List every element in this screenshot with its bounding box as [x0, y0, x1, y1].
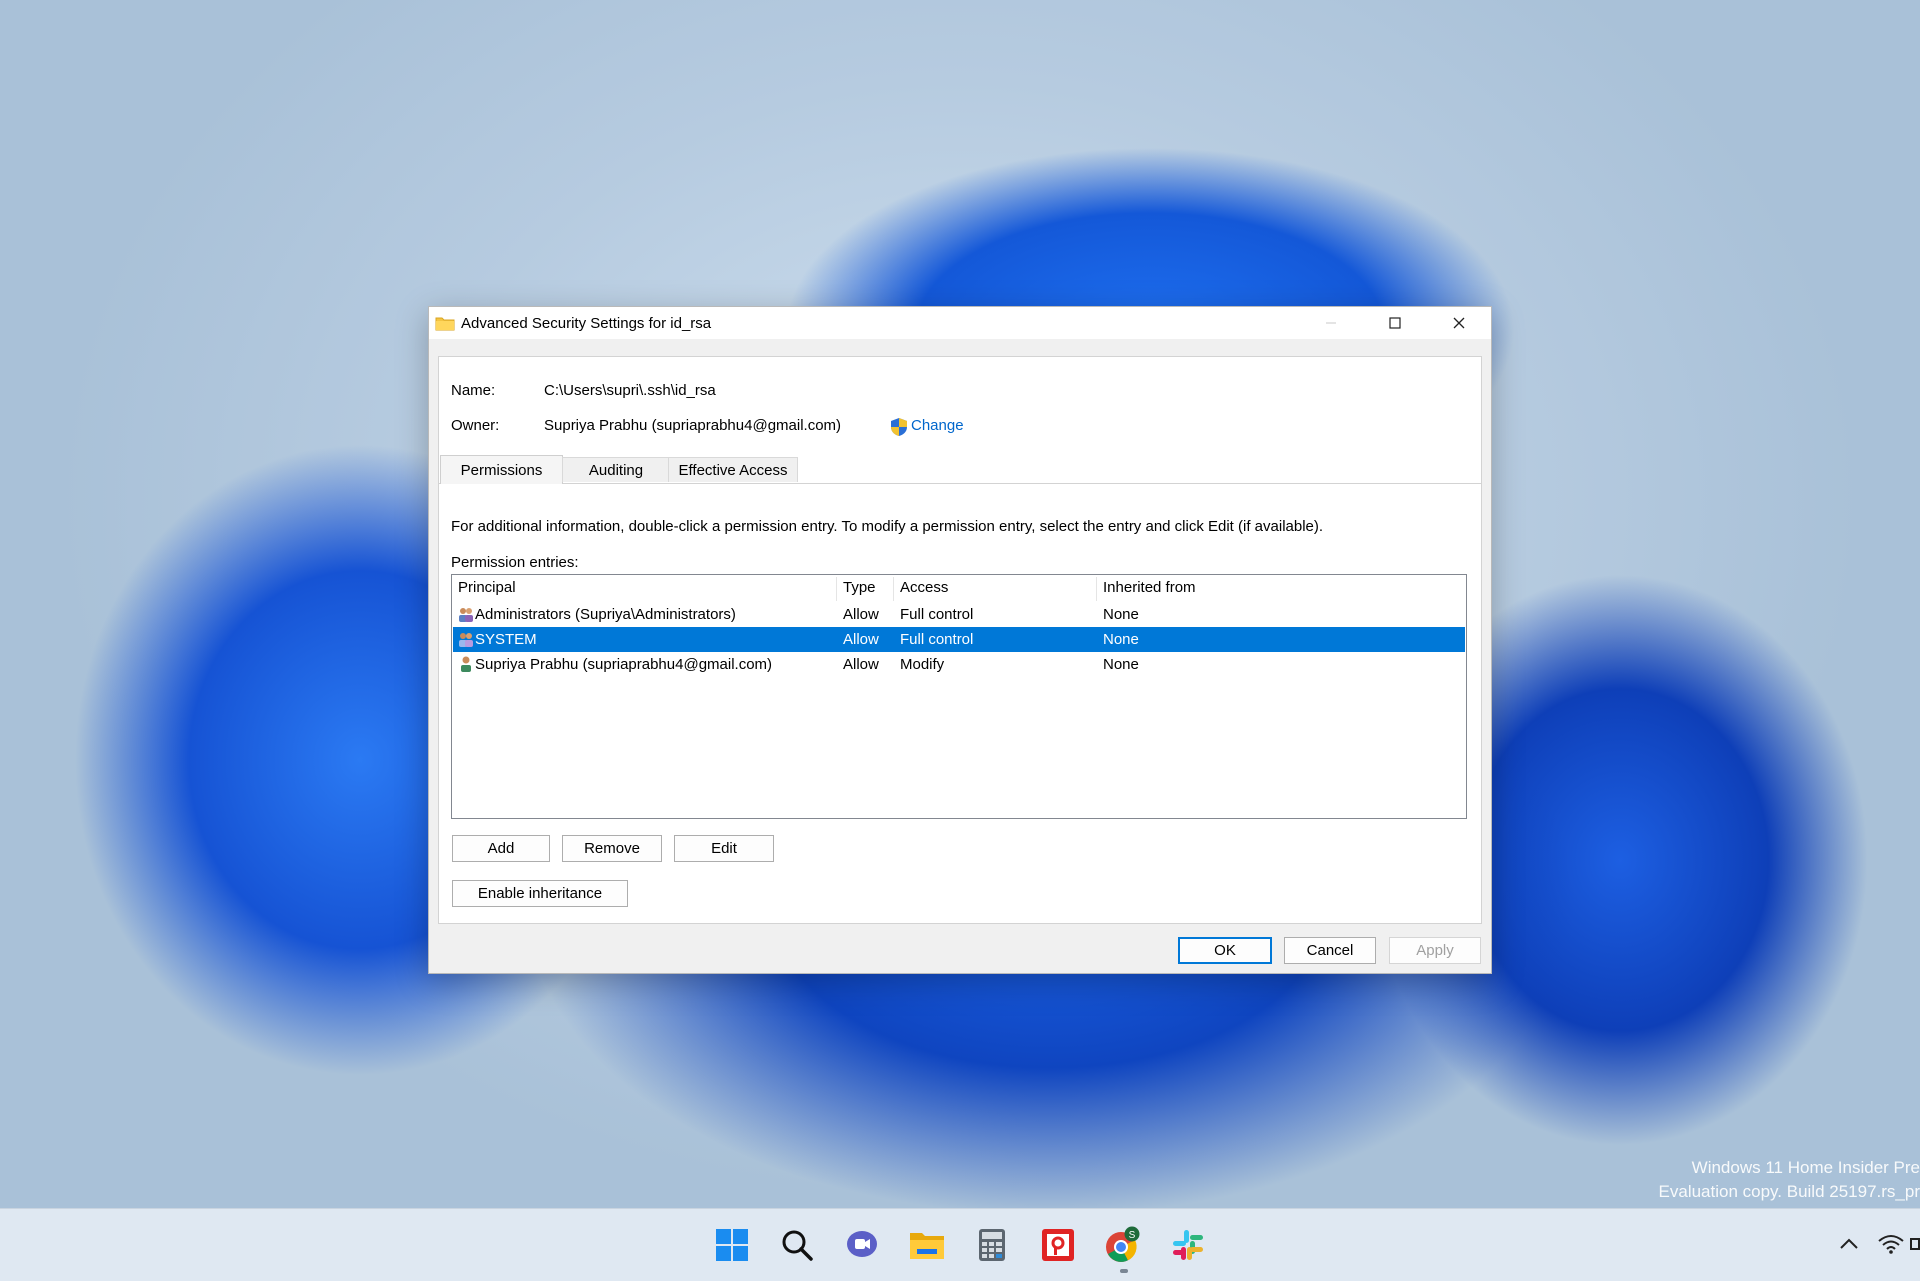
screen-recorder-icon[interactable]	[1038, 1225, 1078, 1265]
watermark-line-2: Evaluation copy. Build 25197.rs_pr	[1658, 1182, 1920, 1201]
type-cell: Allow	[843, 606, 879, 623]
add-button[interactable]: Add	[452, 835, 550, 862]
search-icon[interactable]	[777, 1225, 817, 1265]
inherited-cell: None	[1103, 606, 1139, 623]
access-cell: Full control	[900, 606, 974, 623]
name-value: C:\Users\supri\.ssh\id_rsa	[544, 382, 716, 399]
group-icon	[459, 633, 473, 647]
name-label: Name:	[451, 382, 496, 399]
table-row-selected[interactable]: SYSTEM Allow Full control None	[453, 627, 1465, 652]
change-owner-link[interactable]: Change	[911, 417, 964, 434]
access-cell: Full control	[900, 631, 974, 648]
info-text: For additional information, double-click…	[451, 518, 1324, 535]
minimize-button[interactable]	[1301, 307, 1361, 339]
column-header-inherited-from[interactable]: Inherited from	[1097, 579, 1196, 599]
table-row[interactable]: Administrators (Supriya\Administrators) …	[453, 602, 1465, 627]
tab-permissions[interactable]: Permissions	[440, 455, 563, 484]
edit-button[interactable]: Edit	[674, 835, 774, 862]
close-button[interactable]	[1429, 307, 1489, 339]
volume-icon[interactable]	[1910, 1233, 1920, 1261]
inherited-cell: None	[1103, 631, 1139, 648]
principal-cell: Administrators (Supriya\Administrators)	[475, 606, 736, 623]
wifi-icon[interactable]	[1878, 1233, 1904, 1261]
owner-value: Supriya Prabhu (supriaprabhu4@gmail.com)	[544, 417, 842, 434]
principal-cell: Supriya Prabhu (supriaprabhu4@gmail.com)	[475, 656, 773, 673]
chat-icon[interactable]	[842, 1225, 882, 1265]
permission-entries-list[interactable]: Principal Type Access Inherited from Adm…	[451, 574, 1467, 819]
permission-entries-label: Permission entries:	[451, 554, 579, 571]
taskbar: S	[0, 1208, 1920, 1281]
slack-icon[interactable]	[1168, 1225, 1208, 1265]
title-bar[interactable]: Advanced Security Settings for id_rsa	[429, 307, 1491, 339]
maximize-button[interactable]	[1365, 307, 1425, 339]
file-explorer-icon[interactable]	[907, 1225, 947, 1265]
apply-button[interactable]: Apply	[1389, 937, 1481, 964]
tab-strip: Permissions Auditing Effective Access	[439, 455, 1481, 484]
table-row[interactable]: Supriya Prabhu (supriaprabhu4@gmail.com)…	[453, 652, 1465, 677]
watermark-line-1: Windows 11 Home Insider Pre	[1691, 1158, 1920, 1177]
folder-icon	[435, 317, 455, 331]
type-cell: Allow	[843, 631, 879, 648]
chrome-profile-badge: S	[1129, 1230, 1136, 1241]
advanced-security-settings-dialog: Advanced Security Settings for id_rsa Na…	[428, 306, 1492, 974]
close-icon	[1453, 317, 1465, 329]
group-icon	[459, 608, 473, 622]
uac-shield-icon	[891, 418, 907, 436]
maximize-icon	[1389, 317, 1401, 329]
enable-inheritance-button[interactable]: Enable inheritance	[452, 880, 628, 907]
remove-button[interactable]: Remove	[562, 835, 662, 862]
column-header-type[interactable]: Type	[837, 579, 876, 599]
windows-start-icon[interactable]	[712, 1225, 752, 1265]
cancel-button[interactable]: Cancel	[1284, 937, 1376, 964]
chrome-icon[interactable]: S	[1103, 1225, 1143, 1265]
principal-cell: SYSTEM	[475, 631, 537, 648]
calculator-icon[interactable]	[972, 1225, 1012, 1265]
window-title: Advanced Security Settings for id_rsa	[461, 315, 712, 332]
show-hidden-icons-chevron-icon[interactable]	[1838, 1233, 1860, 1261]
active-app-indicator	[1120, 1269, 1128, 1273]
type-cell: Allow	[843, 656, 879, 673]
user-icon	[461, 656, 471, 672]
tab-auditing[interactable]: Auditing	[562, 457, 670, 482]
ok-button[interactable]: OK	[1178, 937, 1272, 964]
column-header-access[interactable]: Access	[894, 579, 948, 599]
access-cell: Modify	[900, 656, 945, 673]
tab-effective-access[interactable]: Effective Access	[668, 457, 798, 482]
settings-panel: Name: C:\Users\supri\.ssh\id_rsa Owner: …	[438, 356, 1482, 924]
inherited-cell: None	[1103, 656, 1139, 673]
owner-label: Owner:	[451, 417, 500, 434]
minimize-icon	[1326, 322, 1336, 324]
column-header-principal[interactable]: Principal	[452, 579, 516, 599]
